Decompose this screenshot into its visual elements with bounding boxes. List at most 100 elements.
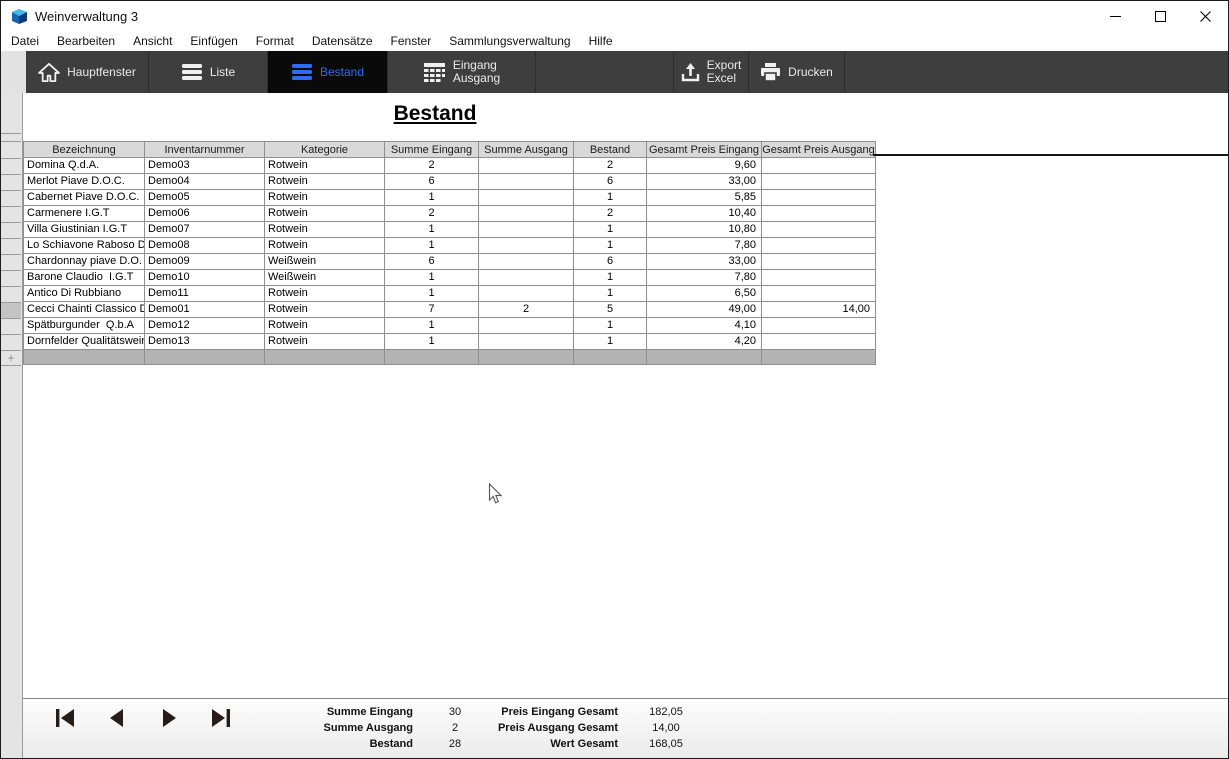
column-header-bestand[interactable]: Bestand: [574, 142, 647, 158]
table-cell[interactable]: Rotwein: [265, 174, 385, 190]
record-selector[interactable]: [1, 334, 21, 350]
menu-item-einfügen[interactable]: Einfügen: [181, 32, 246, 50]
table-cell[interactable]: [479, 206, 574, 222]
table-cell[interactable]: Rotwein: [265, 286, 385, 302]
table-cell[interactable]: [479, 222, 574, 238]
table-cell[interactable]: Demo03: [145, 158, 265, 174]
record-selector[interactable]: [1, 286, 21, 302]
table-cell[interactable]: Weißwein: [265, 270, 385, 286]
record-selector[interactable]: [1, 158, 21, 174]
toolbar-button-export-excel[interactable]: ExportExcel: [673, 51, 749, 93]
column-header-summe-eingang[interactable]: Summe Eingang: [385, 142, 479, 158]
table-cell[interactable]: Lo Schiavone Raboso D.: [24, 238, 145, 254]
table-cell[interactable]: 1: [385, 334, 479, 350]
new-record-cell[interactable]: [265, 350, 385, 365]
table-cell[interactable]: Rotwein: [265, 222, 385, 238]
table-cell[interactable]: Rotwein: [265, 238, 385, 254]
table-cell[interactable]: 7,80: [647, 270, 762, 286]
new-record-row[interactable]: [24, 350, 876, 365]
table-cell[interactable]: Demo09: [145, 254, 265, 270]
menu-item-bearbeiten[interactable]: Bearbeiten: [48, 32, 124, 50]
table-cell[interactable]: 1: [385, 238, 479, 254]
menu-item-datensätze[interactable]: Datensätze: [303, 32, 382, 50]
maximize-button[interactable]: [1138, 1, 1183, 31]
record-selector[interactable]: [1, 254, 21, 270]
menu-item-ansicht[interactable]: Ansicht: [124, 32, 181, 50]
menu-item-hilfe[interactable]: Hilfe: [580, 32, 622, 50]
table-cell[interactable]: Dornfelder Qualitätswein: [24, 334, 145, 350]
menu-item-datei[interactable]: Datei: [2, 32, 48, 50]
new-record-cell[interactable]: [479, 350, 574, 365]
table-cell[interactable]: Rotwein: [265, 302, 385, 318]
new-record-selector[interactable]: +: [1, 350, 21, 366]
new-record-cell[interactable]: [574, 350, 647, 365]
toolbar-button-liste[interactable]: Liste: [149, 51, 268, 93]
table-cell[interactable]: 14,00: [762, 302, 876, 318]
table-cell[interactable]: Demo13: [145, 334, 265, 350]
table-cell[interactable]: 4,20: [647, 334, 762, 350]
table-cell[interactable]: [762, 254, 876, 270]
table-cell[interactable]: [479, 318, 574, 334]
table-cell[interactable]: 1: [574, 190, 647, 206]
table-cell[interactable]: 5: [574, 302, 647, 318]
table-cell[interactable]: Rotwein: [265, 318, 385, 334]
toolbar-button-hauptfenster[interactable]: Hauptfenster: [26, 51, 149, 93]
table-cell[interactable]: Spätburgunder Q.b.A: [24, 318, 145, 334]
minimize-button[interactable]: [1093, 1, 1138, 31]
table-cell[interactable]: Demo10: [145, 270, 265, 286]
toolbar-button-bestand[interactable]: Bestand: [268, 51, 388, 93]
table-cell[interactable]: 1: [574, 334, 647, 350]
table-cell[interactable]: [762, 206, 876, 222]
record-selector[interactable]: [1, 206, 21, 222]
nav-previous-button[interactable]: [105, 708, 129, 732]
table-cell[interactable]: [479, 238, 574, 254]
table-cell[interactable]: Demo11: [145, 286, 265, 302]
table-cell[interactable]: 10,80: [647, 222, 762, 238]
table-cell[interactable]: Carmenere I.G.T: [24, 206, 145, 222]
table-cell[interactable]: Cecci Chainti Classico D.: [24, 302, 145, 318]
table-cell[interactable]: Barone Claudio I.G.T: [24, 270, 145, 286]
table-cell[interactable]: 1: [385, 222, 479, 238]
nav-first-button[interactable]: [53, 708, 77, 732]
table-cell[interactable]: 7,80: [647, 238, 762, 254]
table-cell[interactable]: 6: [574, 174, 647, 190]
table-cell[interactable]: Demo04: [145, 174, 265, 190]
record-selector[interactable]: [1, 302, 21, 318]
table-cell[interactable]: [762, 222, 876, 238]
table-cell[interactable]: 6: [574, 254, 647, 270]
record-selector[interactable]: [1, 222, 21, 238]
table-cell[interactable]: [479, 270, 574, 286]
table-cell[interactable]: 6: [385, 174, 479, 190]
table-cell[interactable]: [762, 174, 876, 190]
table-cell[interactable]: Rotwein: [265, 158, 385, 174]
new-record-cell[interactable]: [647, 350, 762, 365]
column-header-inventarnummer[interactable]: Inventarnummer: [145, 142, 265, 158]
table-cell[interactable]: [479, 190, 574, 206]
table-cell[interactable]: [479, 334, 574, 350]
table-cell[interactable]: Chardonnay piave D.O.: [24, 254, 145, 270]
table-cell[interactable]: Villa Giustinian I.G.T: [24, 222, 145, 238]
menu-item-sammlungsverwaltung[interactable]: Sammlungsverwaltung: [440, 32, 579, 50]
table-cell[interactable]: 2: [574, 206, 647, 222]
table-cell[interactable]: 33,00: [647, 254, 762, 270]
table-cell[interactable]: [479, 254, 574, 270]
table-cell[interactable]: Merlot Piave D.O.C.: [24, 174, 145, 190]
menu-item-fenster[interactable]: Fenster: [382, 32, 441, 50]
table-cell[interactable]: 33,00: [647, 174, 762, 190]
table-cell[interactable]: 1: [385, 270, 479, 286]
table-cell[interactable]: [479, 286, 574, 302]
table-cell[interactable]: 1: [574, 270, 647, 286]
table-cell[interactable]: [762, 334, 876, 350]
table-cell[interactable]: Rotwein: [265, 334, 385, 350]
record-selector[interactable]: [1, 318, 21, 334]
table-cell[interactable]: [762, 318, 876, 334]
table-cell[interactable]: 1: [385, 286, 479, 302]
table-cell[interactable]: 4,10: [647, 318, 762, 334]
record-selector[interactable]: [1, 270, 21, 286]
record-selector[interactable]: [1, 238, 21, 254]
new-record-cell[interactable]: [145, 350, 265, 365]
record-selector[interactable]: [1, 174, 21, 190]
table-cell[interactable]: Demo06: [145, 206, 265, 222]
column-header-bezeichnung[interactable]: Bezeichnung: [24, 142, 145, 158]
table-cell[interactable]: 7: [385, 302, 479, 318]
